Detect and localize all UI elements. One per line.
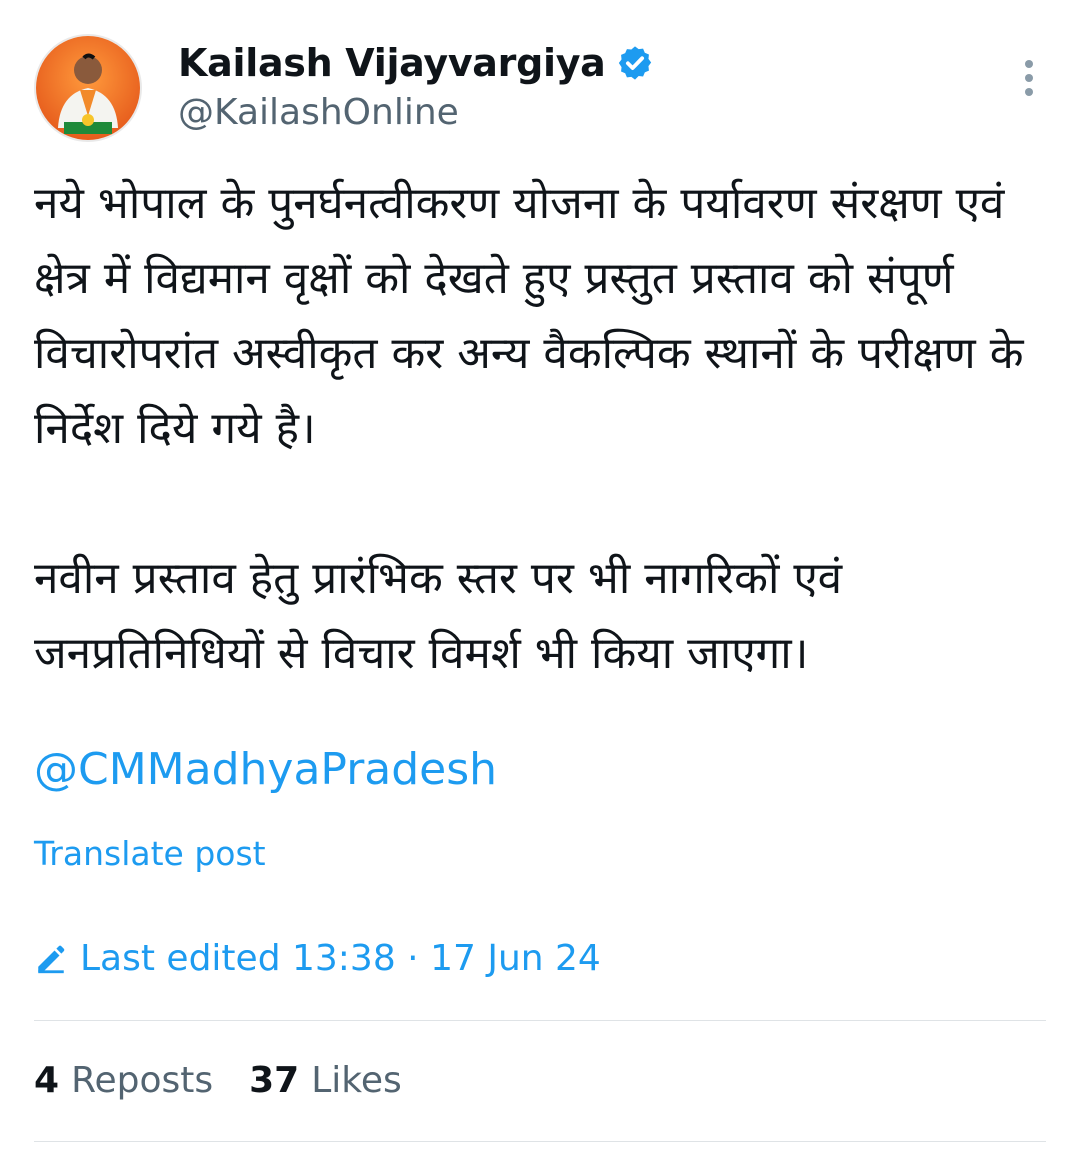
divider — [34, 1020, 1046, 1021]
verified-badge-icon — [618, 46, 651, 80]
post-text: नये भोपाल के पुनर्घनत्वीकरण योजना के पर्… — [34, 166, 1044, 691]
likes-count: 37 — [249, 1060, 300, 1101]
post-header: Kailash Vijayvargiya @KailashOnline — [34, 34, 1046, 144]
reposts-count: 4 — [34, 1060, 60, 1101]
engagement-stats: 4 Reposts 37 Likes — [34, 1060, 438, 1101]
author-display-name[interactable]: Kailash Vijayvargiya — [178, 41, 606, 85]
post-paragraph-1: नये भोपाल के पुनर्घनत्वीकरण योजना के पर्… — [34, 178, 1024, 454]
mention-link[interactable]: @CMMadhyaPradesh — [34, 744, 497, 795]
display-name-row: Kailash Vijayvargiya — [178, 40, 654, 86]
avatar-image — [36, 36, 140, 140]
reposts-label: Reposts — [71, 1060, 214, 1101]
post-paragraph-2: नवीन प्रस्ताव हेतु प्रारंभिक स्तर पर भी … — [34, 553, 843, 679]
author-names: Kailash Vijayvargiya @KailashOnline — [178, 40, 654, 133]
post-detail: Kailash Vijayvargiya @KailashOnline नये … — [0, 0, 1080, 1154]
more-vertical-icon[interactable] — [1022, 60, 1036, 100]
avatar[interactable] — [34, 34, 142, 142]
likes-stat[interactable]: 37 Likes — [249, 1060, 402, 1101]
likes-label: Likes — [311, 1060, 402, 1101]
last-edited-link[interactable]: Last edited 13:38 · 17 Jun 24 — [34, 938, 601, 979]
reposts-stat[interactable]: 4 Reposts — [34, 1060, 213, 1101]
last-edited-label: Last edited 13:38 · 17 Jun 24 — [80, 938, 601, 979]
pencil-icon — [38, 945, 65, 973]
translate-post-link[interactable]: Translate post — [34, 834, 266, 873]
divider — [34, 1141, 1046, 1142]
author-handle[interactable]: @KailashOnline — [178, 92, 654, 133]
